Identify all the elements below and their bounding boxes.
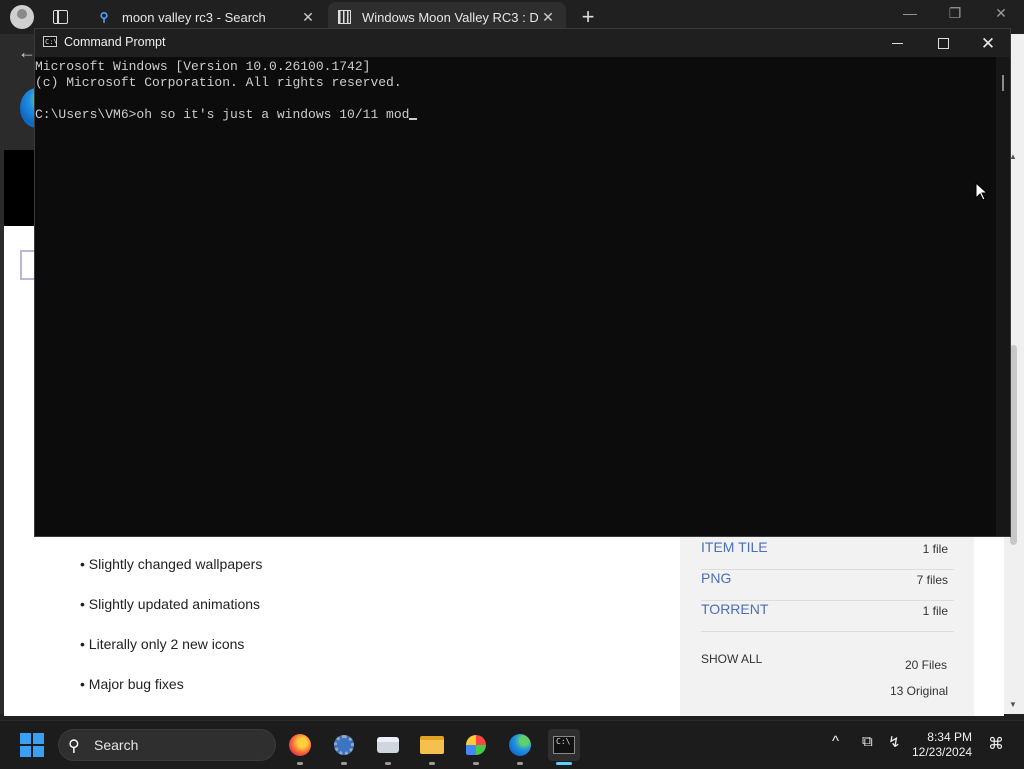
minimize-button[interactable]	[874, 29, 920, 57]
text-cursor	[409, 118, 418, 120]
download-row-png[interactable]: PNG 7 files	[701, 570, 954, 601]
cmd-scrollbar-thumb[interactable]	[1002, 75, 1004, 91]
browser-restore-button[interactable]: ❐	[940, 5, 970, 22]
console-input-line[interactable]: C:\Users\VM6>oh so it's just a windows 1…	[35, 107, 418, 123]
maximize-icon	[937, 37, 949, 49]
cmd-scrollbar[interactable]	[996, 57, 1010, 536]
window-title: Command Prompt	[64, 35, 166, 49]
volume-icon[interactable]: ↯	[888, 733, 901, 751]
feature-bullet: • Major bug fixes	[80, 676, 184, 692]
console-line: (c) Microsoft Corporation. All rights re…	[35, 75, 402, 90]
search-icon: ⚲	[99, 10, 109, 24]
printer-icon[interactable]	[372, 729, 404, 765]
search-placeholder: Search	[94, 737, 139, 753]
file-type-link[interactable]: PNG	[701, 570, 731, 586]
console-prompt-text: C:\Users\VM6>oh so it's just a windows 1…	[35, 107, 410, 122]
settings-gear-icon[interactable]	[328, 729, 360, 765]
search-icon: ⚲	[68, 738, 80, 755]
close-button[interactable]: ✕	[965, 29, 1011, 57]
terminal-icon[interactable]: C:\	[548, 729, 580, 765]
tab-close-button[interactable]: ✕	[298, 9, 318, 26]
show-all-link[interactable]: SHOW ALL	[701, 652, 762, 666]
browser-scrollbar-thumb[interactable]	[1010, 345, 1017, 545]
paint-icon[interactable]	[460, 729, 492, 765]
file-count: 7 files	[916, 573, 948, 587]
tab-title: Windows Moon Valley RC3 : Dum	[362, 9, 538, 25]
tab-title: moon valley rc3 - Search	[122, 9, 266, 25]
tray-chevron-icon[interactable]: ^	[832, 733, 839, 750]
page-bracket-icon	[20, 250, 34, 280]
file-type-link[interactable]: ITEM TILE	[701, 539, 768, 555]
file-count: 1 file	[922, 542, 948, 556]
file-count: 1 file	[922, 604, 948, 618]
taskbar-search-box[interactable]: ⚲ Search	[58, 729, 276, 761]
tab-actions-icon[interactable]	[53, 10, 68, 24]
feature-bullet: • Literally only 2 new icons	[80, 636, 245, 652]
command-prompt-window[interactable]: C:\ Command Prompt ✕ Microsoft Windows […	[34, 28, 1011, 537]
maximize-button[interactable]	[920, 29, 966, 57]
clock-time: 8:34 PM	[927, 730, 972, 744]
browser-minimize-button[interactable]: —	[895, 5, 925, 21]
cmd-title-bar[interactable]: C:\ Command Prompt ✕	[35, 29, 1010, 57]
archive-icon	[336, 9, 352, 25]
network-icon[interactable]: ⧉	[862, 733, 873, 750]
file-explorer-icon[interactable]	[416, 729, 448, 765]
console-output[interactable]: Microsoft Windows [Version 10.0.26100.17…	[35, 57, 995, 536]
download-row-item-tile[interactable]: ITEM TILE 1 file	[701, 539, 954, 570]
browser-close-button[interactable]: ✕	[986, 5, 1016, 22]
feature-bullet: • Slightly updated animations	[80, 596, 261, 612]
edge-icon[interactable]	[504, 729, 536, 765]
taskbar: ⚲ Search C:\ ^ ⧉ ↯ 8:34 PM 12/23/2024 ⌘	[0, 720, 1024, 769]
feature-bullet: • Slightly changed wallpapers	[80, 556, 263, 572]
download-row-torrent[interactable]: TORRENT 1 file	[701, 601, 954, 632]
close-icon: ✕	[980, 33, 996, 53]
new-tab-button[interactable]: +	[578, 4, 598, 30]
total-files-count: 20 Files	[905, 658, 948, 672]
firefox-icon[interactable]	[284, 729, 316, 765]
profile-avatar[interactable]	[10, 5, 34, 29]
original-files-count: 13 Original	[890, 684, 949, 698]
mouse-pointer-icon	[975, 182, 989, 201]
start-button[interactable]	[20, 733, 44, 757]
tab-close-button[interactable]: ✕	[538, 9, 558, 26]
scroll-down-icon[interactable]: ▼	[1009, 700, 1017, 709]
notification-bell-icon[interactable]: ⌘	[988, 734, 1004, 754]
file-type-link[interactable]: TORRENT	[701, 601, 768, 617]
console-line: Microsoft Windows [Version 10.0.26100.17…	[35, 59, 371, 74]
system-clock[interactable]: 8:34 PM 12/23/2024	[912, 730, 972, 760]
minimize-icon	[891, 42, 903, 44]
cmd-app-icon: C:\	[43, 36, 58, 47]
clock-date: 12/23/2024	[912, 745, 973, 759]
